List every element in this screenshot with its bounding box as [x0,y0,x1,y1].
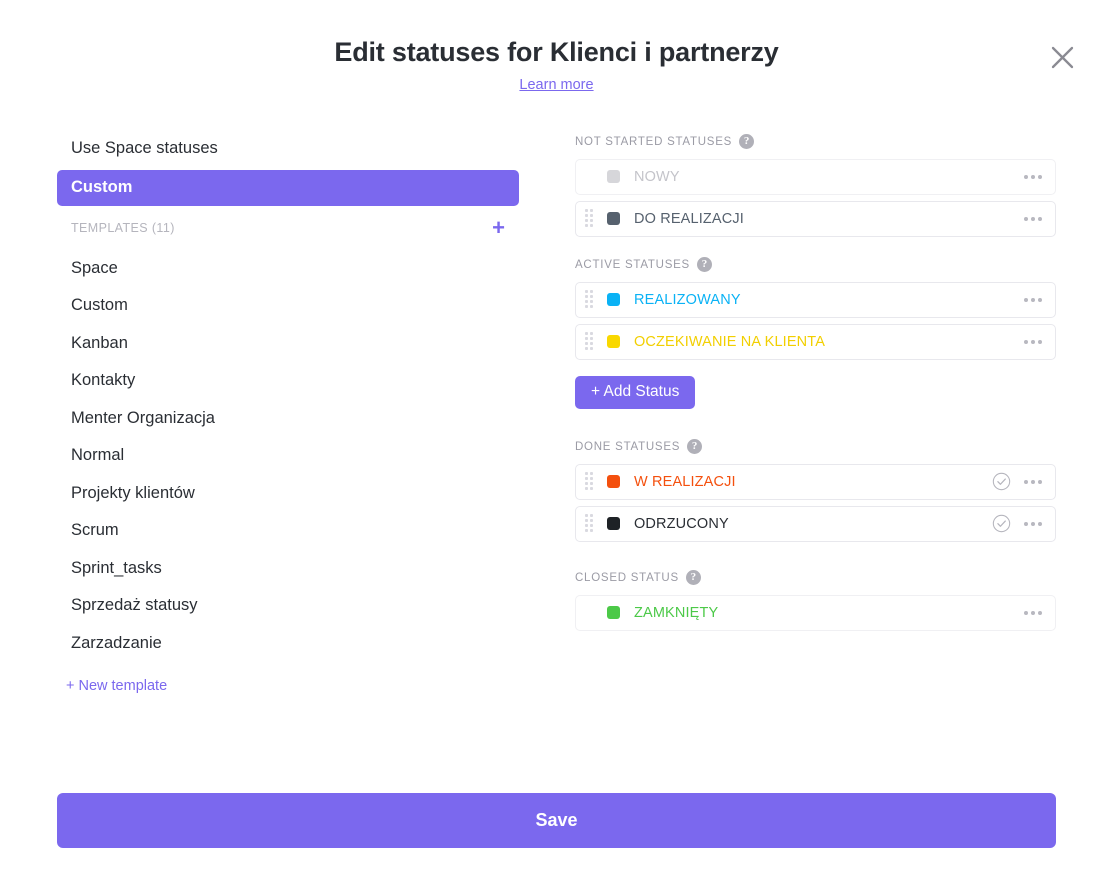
help-icon[interactable]: ? [685,570,701,586]
status-row[interactable]: W REALIZACJI [575,463,1056,500]
status-source-option[interactable]: Custom [57,169,519,206]
template-list-item[interactable]: Kanban [57,325,519,363]
status-name[interactable]: REALIZOWANY [634,292,1022,308]
section-label: ACTIVE STATUSES [575,258,690,271]
learn-more-link[interactable]: Learn more [519,77,593,93]
template-list-item[interactable]: Custom [57,287,519,325]
drag-handle-icon[interactable] [585,472,599,491]
status-name[interactable]: ZAMKNIĘTY [634,605,1022,621]
status-section-closed: CLOSED STATUS ? ZAMKNIĘTY [575,570,1056,631]
status-name[interactable]: ODRZUCONY [634,516,992,532]
new-template-button[interactable]: + New template [57,678,176,694]
section-header-closed: CLOSED STATUS ? [575,570,1056,586]
status-color-swatch[interactable] [607,170,620,184]
page-title: Edit statuses for Klienci i partnerzy [334,37,779,67]
status-color-swatch[interactable] [607,293,620,307]
help-icon[interactable]: ? [739,134,755,150]
status-more-menu-icon[interactable] [1022,169,1044,185]
status-row[interactable]: ODRZUCONY [575,505,1056,542]
template-list-item[interactable]: Kontakty [57,362,519,400]
status-color-swatch[interactable] [607,475,620,489]
modal-footer: Save [0,793,1113,869]
modal-body: Use Space statuses Custom TEMPLATES (11) … [0,132,1113,696]
status-color-swatch[interactable] [607,335,620,349]
status-more-menu-icon[interactable] [1022,334,1044,350]
template-list-item[interactable]: Scrum [57,512,519,550]
status-more-menu-icon[interactable] [1022,605,1044,621]
template-list-item[interactable]: Menter Organizacja [57,400,519,438]
drag-handle-icon[interactable] [585,209,599,228]
status-color-swatch[interactable] [607,606,620,620]
status-section-active: ACTIVE STATUSES ? REALIZOWANY OCZEKIWANIE… [575,257,1056,435]
status-more-menu-icon[interactable] [1022,474,1044,490]
template-list-item[interactable]: Sprint_tasks [57,550,519,588]
status-section-done: DONE STATUSES ? W REALIZACJI ODRZUCONY [575,439,1056,542]
section-header-active: ACTIVE STATUSES ? [575,257,1056,273]
templates-header-label: TEMPLATES (11) [71,220,175,235]
status-color-swatch[interactable] [607,517,620,531]
status-groups-panel: NOT STARTED STATUSES ? NOWY DO REALIZACJI… [537,132,1056,637]
add-status-button[interactable]: + Add Status [575,375,696,409]
status-source-option[interactable]: Use Space statuses [57,132,519,166]
status-color-swatch[interactable] [607,212,620,226]
section-label: DONE STATUSES [575,440,681,453]
modal-header: Edit statuses for Klienci i partnerzy Le… [0,0,1113,94]
status-name[interactable]: W REALIZACJI [634,474,992,490]
status-row[interactable]: OCZEKIWANIE NA KLIENTA [575,323,1056,360]
status-name[interactable]: NOWY [634,169,1022,185]
template-list-item[interactable]: Sprzedaż statusy [57,587,519,625]
status-name[interactable]: DO REALIZACJI [634,211,1022,227]
status-row[interactable]: ZAMKNIĘTY [575,594,1056,631]
status-section-not-started: NOT STARTED STATUSES ? NOWY DO REALIZACJI [575,134,1056,237]
done-check-icon[interactable] [992,514,1011,533]
done-check-icon[interactable] [992,472,1011,491]
template-list-item[interactable]: Space [57,250,519,288]
templates-header: TEMPLATES (11) + [57,212,519,244]
status-more-menu-icon[interactable] [1022,211,1044,227]
section-label: CLOSED STATUS [575,571,679,584]
status-row[interactable]: NOWY [575,158,1056,195]
help-icon[interactable]: ? [687,439,703,455]
status-source-sidebar: Use Space statuses Custom TEMPLATES (11) … [57,132,537,696]
close-icon[interactable] [1044,39,1080,75]
status-name[interactable]: OCZEKIWANIE NA KLIENTA [634,334,1022,350]
status-more-menu-icon[interactable] [1022,516,1044,532]
save-button[interactable]: Save [57,793,1056,848]
section-label: NOT STARTED STATUSES [575,135,733,148]
drag-handle-icon[interactable] [585,290,599,309]
plus-icon[interactable]: + [492,216,505,239]
drag-handle-icon[interactable] [585,332,599,351]
template-list-item[interactable]: Normal [57,437,519,475]
drag-handle-icon[interactable] [585,514,599,533]
section-header-done: DONE STATUSES ? [575,439,1056,455]
template-list-item[interactable]: Projekty klientów [57,475,519,513]
status-row[interactable]: REALIZOWANY [575,281,1056,318]
status-row[interactable]: DO REALIZACJI [575,200,1056,237]
help-icon[interactable]: ? [696,257,712,273]
template-list-item[interactable]: Zarzadzanie [57,625,519,663]
section-header-not-started: NOT STARTED STATUSES ? [575,134,1056,150]
status-more-menu-icon[interactable] [1022,292,1044,308]
